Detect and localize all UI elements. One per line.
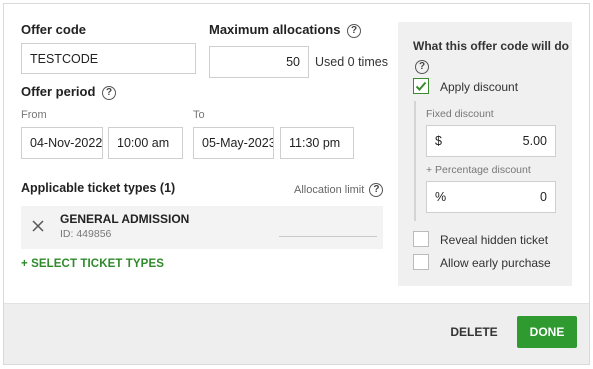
reveal-hidden-label: Reveal hidden ticket bbox=[440, 233, 549, 247]
max-allocations-value: 50 bbox=[286, 55, 300, 69]
question-circle-icon[interactable]: ? bbox=[347, 23, 362, 38]
to-time-input[interactable]: 11:30 pm bbox=[280, 127, 354, 159]
max-allocations-input[interactable]: 50 bbox=[209, 46, 309, 78]
allocation-limit-label: Allocation limit bbox=[294, 183, 365, 196]
delete-button[interactable]: DELETE bbox=[448, 316, 500, 348]
discount-group-divider bbox=[414, 101, 416, 221]
offer-code-value: TESTCODE bbox=[30, 51, 99, 66]
from-date-value: 04-Nov-2022 bbox=[30, 136, 103, 150]
fixed-discount-input[interactable]: $ 5.00 bbox=[426, 125, 556, 157]
allocation-limit-input[interactable] bbox=[279, 236, 377, 237]
dollar-prefix: $ bbox=[435, 134, 442, 148]
checkmark-icon bbox=[415, 81, 427, 91]
to-date-value: 05-May-2023 bbox=[202, 136, 274, 150]
apply-discount-label: Apply discount bbox=[440, 80, 519, 94]
from-time-value: 10:00 am bbox=[117, 136, 170, 150]
dialog-footer bbox=[4, 303, 589, 364]
from-label: From bbox=[21, 109, 47, 121]
offer-period-header: Offer period ? bbox=[21, 84, 117, 100]
select-ticket-types-link[interactable]: + SELECT TICKET TYPES bbox=[21, 258, 164, 270]
question-circle-icon[interactable]: ? bbox=[415, 60, 429, 74]
early-purchase-checkbox[interactable] bbox=[413, 254, 429, 270]
offer-code-label: Offer code bbox=[21, 22, 87, 37]
percentage-discount-label: + Percentage discount bbox=[426, 164, 531, 176]
offer-period-label: Offer period bbox=[21, 84, 96, 99]
fixed-discount-label: Fixed discount bbox=[426, 108, 494, 120]
done-button[interactable]: DONE bbox=[517, 316, 577, 348]
offer-code-input[interactable]: TESTCODE bbox=[21, 43, 196, 74]
percent-prefix: % bbox=[435, 190, 447, 204]
allocation-limit-header: Allocation limit ? bbox=[294, 183, 384, 197]
early-purchase-label: Allow early purchase bbox=[440, 256, 551, 270]
question-circle-icon[interactable]: ? bbox=[369, 183, 384, 197]
to-label: To bbox=[193, 109, 205, 121]
ticket-types-header: Applicable ticket types (1) bbox=[21, 181, 176, 195]
close-icon[interactable] bbox=[31, 219, 45, 233]
question-circle-icon[interactable]: ? bbox=[102, 85, 117, 100]
to-time-value: 11:30 pm bbox=[289, 136, 341, 150]
percentage-discount-value: 0 bbox=[540, 190, 547, 204]
max-allocations-label: Maximum allocations bbox=[209, 22, 341, 37]
ticket-id: ID: 449856 bbox=[60, 228, 112, 240]
from-date-input[interactable]: 04-Nov-2022 bbox=[21, 127, 103, 159]
max-allocations-header: Maximum allocations ? bbox=[209, 22, 362, 38]
to-date-input[interactable]: 05-May-2023 bbox=[193, 127, 274, 159]
reveal-hidden-checkbox[interactable] bbox=[413, 231, 429, 247]
used-times-text: Used 0 times bbox=[315, 55, 388, 69]
table-row: GENERAL ADMISSION ID: 449856 bbox=[21, 206, 383, 249]
percentage-discount-input[interactable]: % 0 bbox=[426, 181, 556, 213]
apply-discount-checkbox[interactable] bbox=[413, 78, 429, 94]
fixed-discount-value: 5.00 bbox=[522, 134, 547, 148]
from-time-input[interactable]: 10:00 am bbox=[108, 127, 183, 159]
offer-effects-title: What this offer code will do bbox=[413, 39, 569, 53]
ticket-name: GENERAL ADMISSION bbox=[60, 212, 190, 226]
